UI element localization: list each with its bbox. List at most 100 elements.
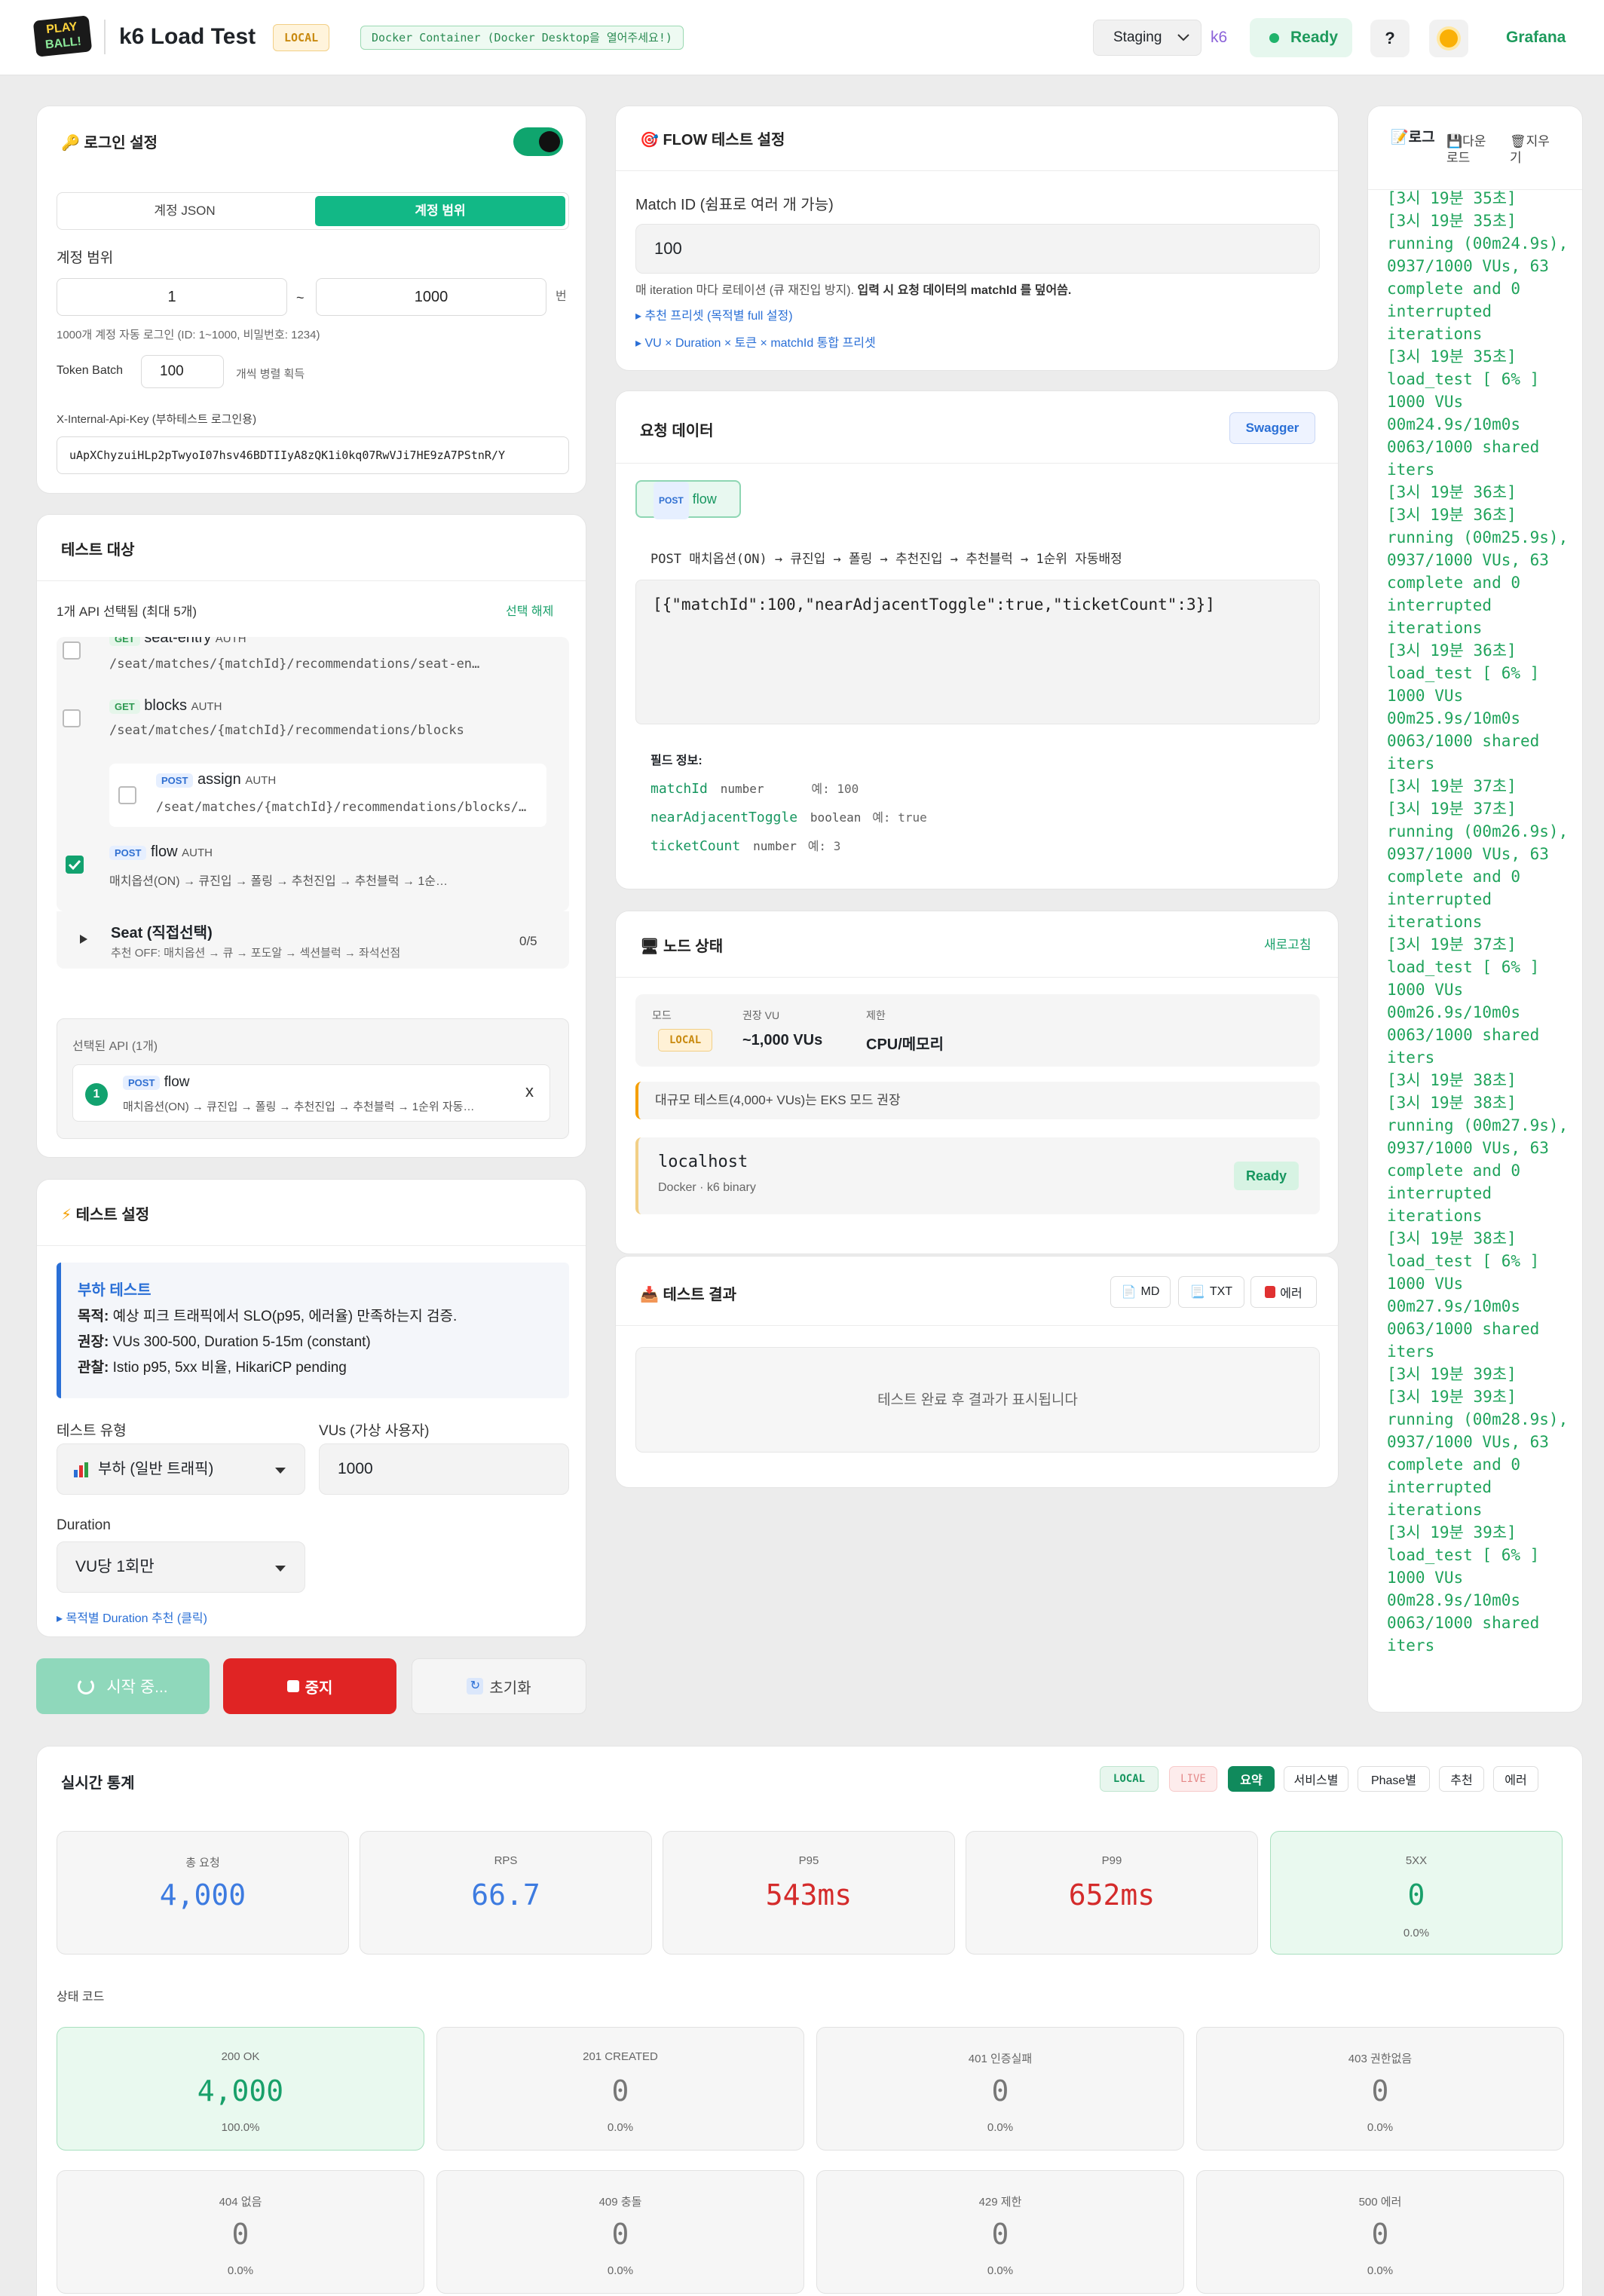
flow-settings-card: 🎯 FLOW 테스트 설정 Match ID (쉼표로 여러 개 가능) 100… — [615, 106, 1339, 371]
field-info-title: 필드 정보: — [650, 755, 703, 767]
tab-download[interactable]: 💾다운로드 — [1446, 133, 1498, 167]
login-toggle[interactable] — [513, 127, 563, 156]
log-line: load_test [ 6% ] — [1387, 958, 1540, 976]
code-409: 409 충돌 0 0.0% — [436, 2170, 804, 2294]
log-line: 0063/1000 shared — [1387, 1614, 1540, 1632]
list-item[interactable]: GET blocks AUTH /seat/matches/{matchId}/… — [63, 691, 546, 759]
request-body-editor[interactable]: [{"matchId":100,"nearAdjacentToggle":tru… — [635, 580, 1320, 724]
code-200: 200 OK 4,000 100.0% — [57, 2027, 424, 2151]
log-line: running (00m25.9s), — [1387, 528, 1569, 546]
grafana-link[interactable]: Grafana — [1506, 29, 1566, 47]
export-md-button[interactable]: 📄 MD — [1110, 1276, 1171, 1308]
help-button[interactable]: ? — [1370, 20, 1410, 57]
range-from-input[interactable]: 1 — [57, 278, 287, 316]
log-line: running (00m28.9s), — [1387, 1410, 1569, 1428]
log-line: interrupted — [1387, 596, 1492, 614]
log-line: 00m26.9s/10m0s — [1387, 1003, 1521, 1021]
preset-link-1[interactable]: ▸ 추천 프리셋 (목적별 full 설정) — [635, 305, 793, 323]
clear-selection-link[interactable]: 선택 해제 — [506, 601, 553, 619]
code-label: 200 OK — [221, 2050, 260, 2063]
list-item[interactable]: POST assign AUTH /seat/matches/{matchId}… — [109, 764, 546, 827]
tab-by-service[interactable]: 서비스별 — [1284, 1766, 1348, 1792]
log-line: 00m27.9s/10m0s — [1387, 1297, 1521, 1315]
tab-errors[interactable]: 에러 — [1493, 1766, 1538, 1792]
flow-title-row: 🎯 FLOW 테스트 설정 — [640, 127, 785, 149]
tab-by-phase[interactable]: Phase별 — [1358, 1766, 1430, 1792]
checkbox[interactable] — [118, 786, 136, 804]
range-tilde: ~ — [296, 290, 305, 305]
match-note: 매 iteration 마다 로테이션 (큐 재진입 방지). 입력 시 요청 … — [635, 280, 1071, 298]
log-line: 0937/1000 VUs, 63 — [1387, 257, 1549, 275]
save-icon: 💾 — [1446, 134, 1463, 148]
range-to-input[interactable]: 1000 — [316, 278, 546, 316]
start-button[interactable]: 시작 중... — [36, 1658, 210, 1714]
refresh-link[interactable]: 새로고침 — [1264, 934, 1312, 953]
limit-value: CPU/메모리 — [866, 1036, 944, 1053]
refresh-icon: ↻ — [467, 1678, 484, 1694]
api-path: 매치옵션(ON) → 큐진입 → 폴링 → 추천진입 → 추천블럭 → 1순… — [109, 875, 448, 888]
code-pct: 0.0% — [607, 2264, 634, 2277]
tab-account-json[interactable]: 계정 JSON — [57, 193, 312, 229]
log-line: running (00m26.9s), — [1387, 822, 1569, 840]
target-count-note: 1개 API 선택됨 (최대 5개) — [57, 605, 197, 619]
test-type-select[interactable]: 부하 (일반 트래픽) — [57, 1443, 305, 1495]
token-batch-input[interactable]: 100 — [141, 355, 224, 388]
seat-group-row[interactable]: Seat (직접선택) 추천 OFF: 매치옵션 → 큐 → 포도알 → 섹션블… — [57, 911, 569, 969]
err-label: 에러 — [1280, 1287, 1302, 1300]
chevron-down-icon — [1177, 34, 1189, 41]
tab-log[interactable]: 📝로그 — [1391, 129, 1436, 147]
reset-button[interactable]: ↻ 초기화 — [412, 1658, 586, 1714]
code-value: 0 — [231, 2218, 249, 2251]
swagger-button[interactable]: Swagger — [1229, 412, 1315, 444]
host-sub: Docker · k6 binary — [658, 1181, 756, 1194]
theme-toggle-button[interactable] — [1429, 20, 1468, 57]
method-tag: POST — [156, 773, 194, 788]
mode-key: 모드 — [652, 1009, 672, 1021]
field-type: boolean — [810, 810, 862, 825]
local-badge: LOCAL — [1100, 1766, 1159, 1792]
selected-api-chip[interactable]: POST flow — [635, 480, 741, 519]
code-value: 0 — [611, 2218, 629, 2251]
export-error-button[interactable]: 에러 — [1250, 1276, 1317, 1308]
log-line: iters — [1387, 461, 1435, 479]
checkbox[interactable] — [63, 641, 81, 660]
api-name: blocks — [144, 697, 187, 714]
api-key-input[interactable]: uApXChyzuiHLp2pTwyoI07hsv46BDTIIyA8zQK1i… — [57, 436, 569, 474]
vus-input[interactable]: 1000 — [319, 1443, 569, 1495]
log-line: [3시 19분 38초] — [1387, 1071, 1517, 1089]
preset-link-2[interactable]: ▸ VU × Duration × 토큰 × matchId 통합 프리셋 — [635, 332, 876, 351]
checkbox-checked[interactable] — [66, 856, 84, 874]
list-item[interactable]: GET seat-entry AUTH /seat/matches/{match… — [63, 637, 546, 690]
log-line: load_test [ 6% ] — [1387, 1252, 1540, 1270]
duration-hint-link[interactable]: ▸ 목적별 Duration 추천 (클릭) — [57, 1608, 207, 1626]
tab-clear[interactable]: 🗑지우기 — [1510, 133, 1561, 167]
status-text: Ready — [1290, 29, 1339, 46]
remove-selected-button[interactable]: x — [525, 1082, 534, 1101]
stat-label: 5XX — [1405, 1854, 1428, 1867]
caret-right-icon — [80, 935, 87, 944]
tab-recommend[interactable]: 추천 — [1439, 1766, 1484, 1792]
log-line: interrupted — [1387, 302, 1492, 320]
env-select[interactable]: Staging — [1093, 20, 1201, 56]
inbox-icon: 📥 — [640, 1287, 659, 1303]
checkbox[interactable] — [63, 709, 81, 727]
export-txt-button[interactable]: 📃 TXT — [1178, 1276, 1244, 1308]
log-line: [3시 19분 36초] — [1387, 506, 1517, 524]
tab-summary[interactable]: 요약 — [1228, 1766, 1275, 1792]
log-line: 1000 VUs — [1387, 1275, 1464, 1293]
reset-label: 초기화 — [489, 1679, 531, 1697]
match-id-input[interactable]: 100 — [635, 224, 1320, 274]
method-tag: POST — [109, 846, 147, 860]
test-info-box: 부하 테스트 목적: 예상 피크 트래픽에서 SLO(p95, 에러율) 만족하… — [57, 1263, 569, 1398]
selected-item: 1 POST flow 매치옵션(ON) → 큐진입 → 폴링 → 추천진입 →… — [72, 1064, 550, 1122]
log-line: 0063/1000 shared — [1387, 1320, 1540, 1338]
log-line: complete and 0 — [1387, 1456, 1521, 1474]
stop-button[interactable]: 중지 — [223, 1658, 396, 1714]
duration-select[interactable]: VU당 1회만 — [57, 1541, 305, 1593]
list-item[interactable]: POST flow AUTH 매치옵션(ON) → 큐진입 → 폴링 → 추천진… — [66, 834, 546, 902]
test-settings-card: ⚡ 테스트 설정 부하 테스트 목적: 예상 피크 트래픽에서 SLO(p95,… — [36, 1179, 586, 1637]
log-line: [3시 19분 35초] — [1387, 212, 1517, 230]
log-line: running (00m27.9s), — [1387, 1116, 1569, 1134]
auth-label: AUTH — [182, 846, 213, 859]
tab-account-range[interactable]: 계정 범위 — [315, 196, 565, 226]
